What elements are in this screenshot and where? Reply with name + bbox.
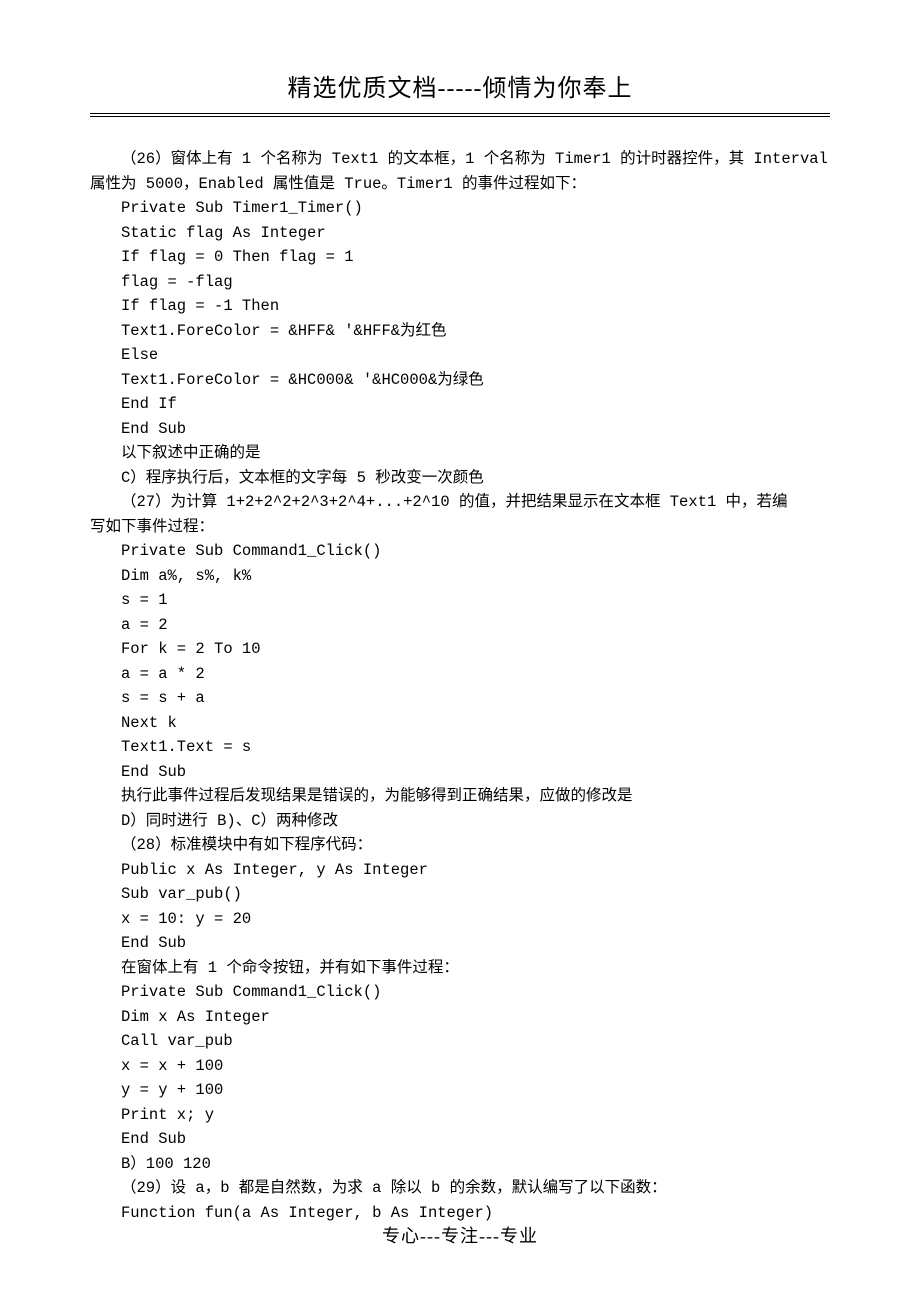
text-line: 在窗体上有 1 个命令按钮，并有如下事件过程： [90, 956, 830, 981]
text-line: Private Sub Timer1_Timer() [90, 196, 830, 221]
text-line: Private Sub Command1_Click() [90, 539, 830, 564]
text-line: If flag = 0 Then flag = 1 [90, 245, 830, 270]
text-line: 写如下事件过程： [90, 515, 830, 540]
text-line: Else [90, 343, 830, 368]
text-line: Text1.ForeColor = &HFF& '&HFF&为红色 [90, 319, 830, 344]
text-line: Sub var_pub() [90, 882, 830, 907]
text-line: Call var_pub [90, 1029, 830, 1054]
text-line: 属性为 5000，Enabled 属性值是 True。Timer1 的事件过程如… [90, 172, 830, 197]
page-header-title: 精选优质文档-----倾情为你奉上 [90, 68, 830, 113]
text-line: Text1.ForeColor = &HC000& '&HC000&为绿色 [90, 368, 830, 393]
text-line: 以下叙述中正确的是 [90, 441, 830, 466]
text-line: For k = 2 To 10 [90, 637, 830, 662]
text-line: Text1.Text = s [90, 735, 830, 760]
text-line: Print x; y [90, 1103, 830, 1128]
text-line: End Sub [90, 931, 830, 956]
text-line: End If [90, 392, 830, 417]
text-line: Public x As Integer, y As Integer [90, 858, 830, 883]
text-line: C）程序执行后，文本框的文字每 5 秒改变一次颜色 [90, 466, 830, 491]
text-line: （28）标准模块中有如下程序代码： [90, 833, 830, 858]
text-line: Dim a%, s%, k% [90, 564, 830, 589]
text-line: s = s + a [90, 686, 830, 711]
text-line: a = a * 2 [90, 662, 830, 687]
text-line: End Sub [90, 417, 830, 442]
text-line: x = x + 100 [90, 1054, 830, 1079]
text-line: a = 2 [90, 613, 830, 638]
text-line: flag = -flag [90, 270, 830, 295]
text-line: End Sub [90, 1127, 830, 1152]
header-divider [90, 113, 830, 119]
text-line: Private Sub Command1_Click() [90, 980, 830, 1005]
text-line: If flag = -1 Then [90, 294, 830, 319]
text-line: （26）窗体上有 1 个名称为 Text1 的文本框，1 个名称为 Timer1… [90, 147, 830, 172]
page-footer: 专心---专注---专业 [0, 1222, 920, 1248]
text-line: D）同时进行 B)、C）两种修改 [90, 809, 830, 834]
text-line: Dim x As Integer [90, 1005, 830, 1030]
text-line: End Sub [90, 760, 830, 785]
text-line: 执行此事件过程后发现结果是错误的，为能够得到正确结果，应做的修改是 [90, 784, 830, 809]
text-line: Static flag As Integer [90, 221, 830, 246]
document-page: 精选优质文档-----倾情为你奉上 （26）窗体上有 1 个名称为 Text1 … [0, 0, 920, 1265]
text-line: （29）设 a，b 都是自然数，为求 a 除以 b 的余数，默认编写了以下函数： [90, 1176, 830, 1201]
text-line: x = 10: y = 20 [90, 907, 830, 932]
text-line: （27）为计算 1+2+2^2+2^3+2^4+...+2^10 的值，并把结果… [90, 490, 830, 515]
text-line: Next k [90, 711, 830, 736]
text-line: B）100 120 [90, 1152, 830, 1177]
document-body: （26）窗体上有 1 个名称为 Text1 的文本框，1 个名称为 Timer1… [90, 147, 830, 1225]
text-line: y = y + 100 [90, 1078, 830, 1103]
text-line: s = 1 [90, 588, 830, 613]
